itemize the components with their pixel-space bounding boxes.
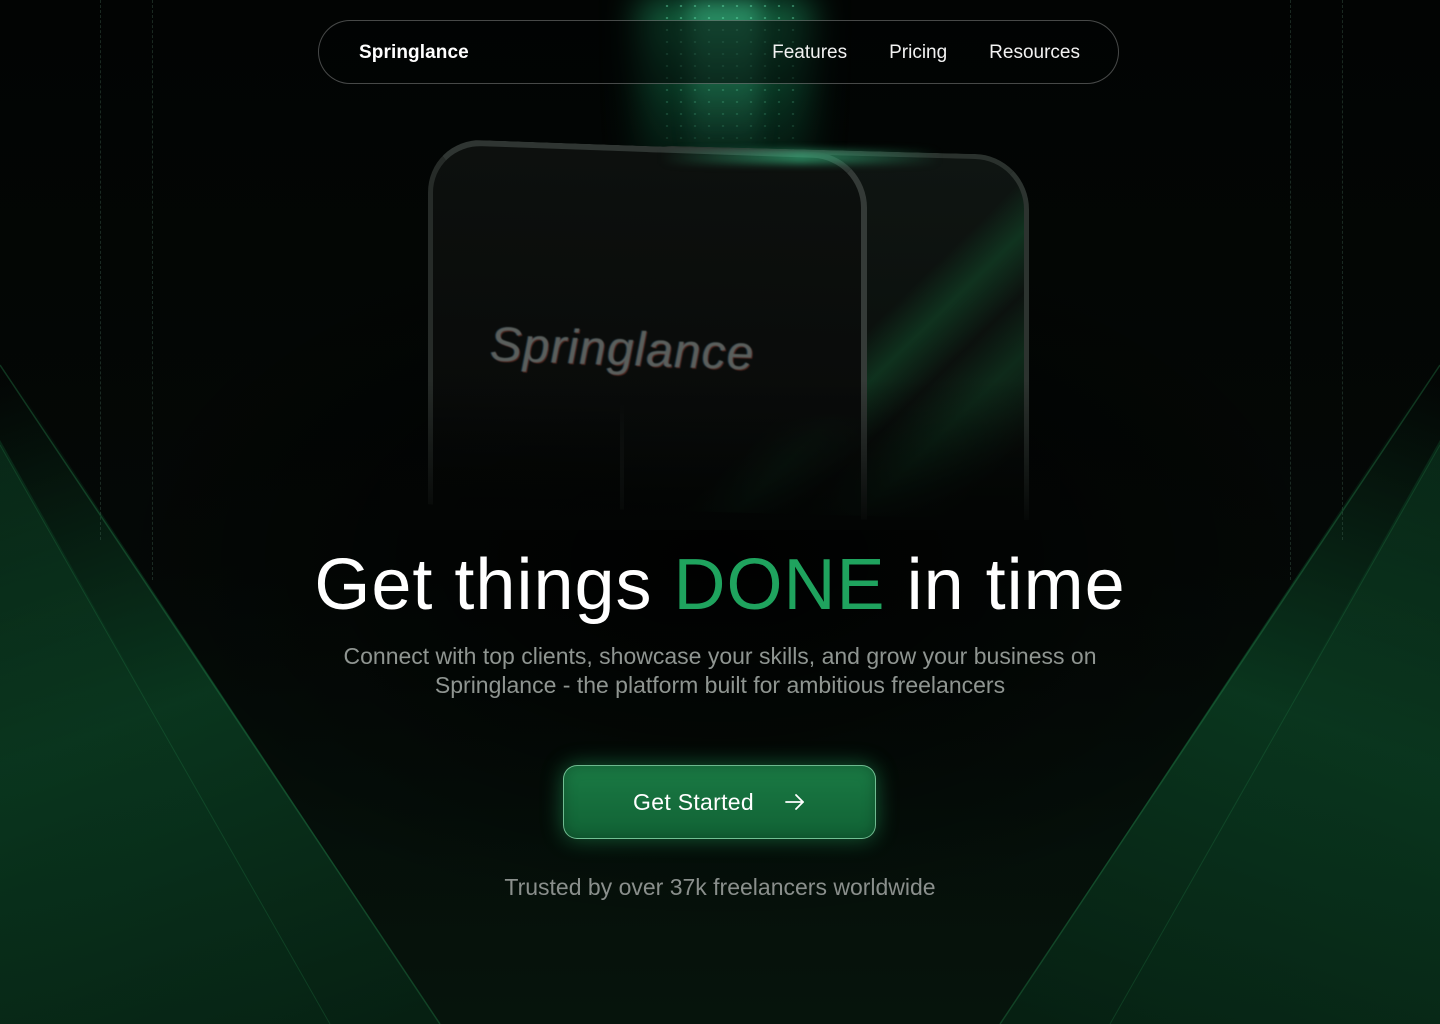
guide-line-right-inner <box>1290 0 1291 580</box>
guide-line-right-outer <box>1342 0 1343 540</box>
phone-screen-logo: Springlance <box>490 318 755 381</box>
guide-line-left-inner <box>152 0 153 580</box>
hero-subtitle: Connect with top clients, showcase your … <box>343 643 1097 698</box>
headline-accent: DONE <box>673 545 886 625</box>
phone-edge-glint <box>660 150 940 164</box>
get-started-button[interactable]: Get Started <box>563 765 876 839</box>
phone-fade-overlay <box>380 380 1060 530</box>
get-started-label: Get Started <box>633 788 754 815</box>
trust-statement: Trusted by over 37k freelancers worldwid… <box>504 874 936 900</box>
guide-line-left-outer <box>100 0 101 540</box>
landing-page: Springlance Springlance Features Pricing… <box>0 0 1440 1024</box>
top-navbar: Springlance Features Pricing Resources <box>318 20 1119 84</box>
nav-link-features[interactable]: Features <box>772 42 847 64</box>
nav-links: Features Pricing Resources <box>772 21 1080 85</box>
arrow-right-icon <box>785 794 804 810</box>
headline-part-after: in time <box>906 545 1126 625</box>
hero-headline: Get things DONE in time <box>0 540 1440 630</box>
nav-link-resources[interactable]: Resources <box>989 42 1080 64</box>
brand-logo[interactable]: Springlance <box>359 21 469 85</box>
headline-part-before: Get things <box>314 545 653 625</box>
nav-link-pricing[interactable]: Pricing <box>889 42 947 64</box>
